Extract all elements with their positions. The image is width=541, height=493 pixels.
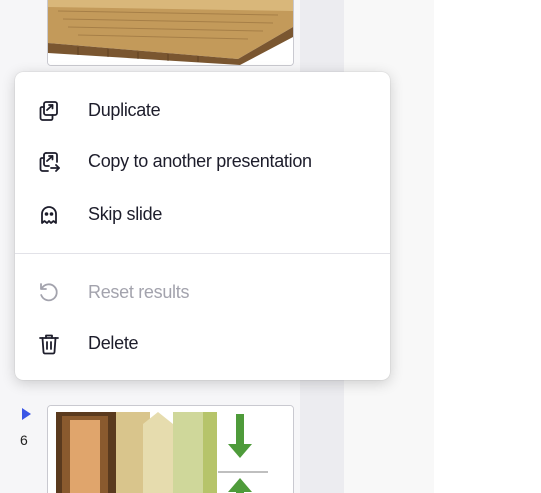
copy-to-presentation-label: Copy to another presentation [88,150,312,171]
app-frame: 6 Duplicate Copy to another presentation… [0,0,541,493]
duplicate-label: Duplicate [88,99,161,120]
duplicate-menu-item[interactable]: Duplicate [15,88,390,132]
delete-label: Delete [88,332,139,353]
trash-icon [37,332,61,356]
reset-icon [37,281,61,305]
skip-slide-label: Skip slide [88,203,163,224]
canvas-background [434,0,541,493]
ghost-icon [37,203,61,227]
duplicate-icon [37,99,61,123]
skip-slide-menu-item[interactable]: Skip slide [15,192,390,236]
delete-menu-item[interactable]: Delete [15,321,390,365]
copy-to-presentation-icon [37,150,61,174]
menu-divider [15,253,390,254]
tree-cross-section-image [48,406,293,493]
slide-number: 6 [20,432,28,448]
current-slide-marker [22,408,31,420]
reset-results-menu-item[interactable]: Reset results [15,270,390,314]
copy-to-presentation-menu-item[interactable]: Copy to another presentation [15,139,390,183]
tree-stump-image [48,0,293,65]
slide-thumbnail-6[interactable] [47,405,294,493]
slide-context-menu: Duplicate Copy to another presentation S… [15,72,390,380]
reset-results-label: Reset results [88,281,190,302]
slide-thumbnail-5[interactable] [47,0,294,66]
